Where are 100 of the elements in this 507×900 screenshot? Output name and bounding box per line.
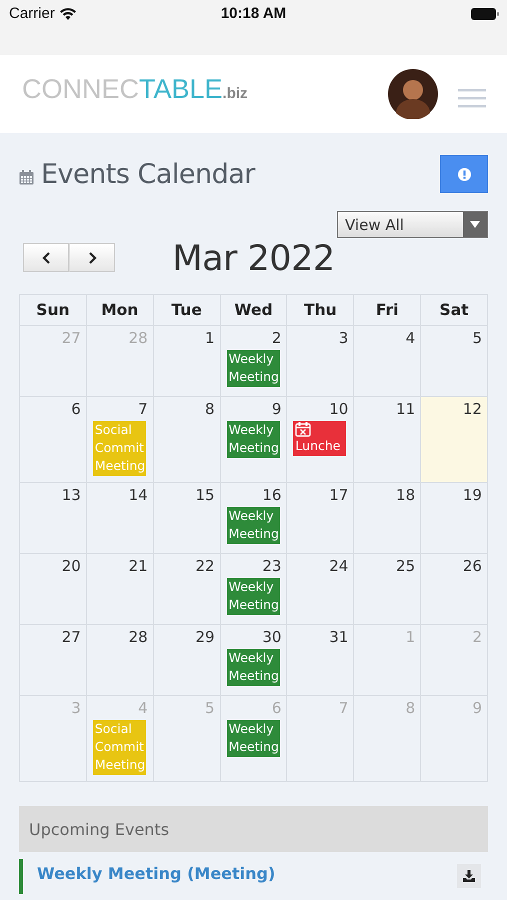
weekday-header: Mon bbox=[101, 301, 138, 319]
day-cell[interactable]: 14 bbox=[86, 483, 154, 554]
day-number: 15 bbox=[195, 486, 215, 504]
weekday-header: Thu bbox=[304, 301, 337, 319]
day-cell[interactable]: 24 bbox=[287, 554, 354, 625]
avatar[interactable] bbox=[388, 69, 438, 119]
day-number: 8 bbox=[205, 400, 215, 418]
day-cell[interactable]: 27 bbox=[20, 625, 87, 696]
day-cell[interactable]: 6 Weekly Meeting bbox=[220, 696, 288, 782]
view-filter-dropdown[interactable]: View All bbox=[337, 211, 488, 238]
carrier-name: Carrier bbox=[9, 5, 55, 22]
day-number: 28 bbox=[128, 628, 148, 646]
day-number: 2 bbox=[272, 329, 282, 347]
day-cell[interactable]: 6 bbox=[20, 397, 87, 483]
day-number: 7 bbox=[338, 699, 348, 717]
day-number: 25 bbox=[396, 557, 416, 575]
day-cell[interactable]: 7 Social Commit Meeting bbox=[86, 397, 154, 483]
day-cell[interactable]: 26 bbox=[421, 554, 488, 625]
day-number: 27 bbox=[62, 628, 81, 646]
chevron-left-icon bbox=[42, 252, 50, 264]
weekday-header: Tue bbox=[171, 301, 202, 319]
wifi-icon bbox=[60, 8, 76, 20]
day-number: 2 bbox=[472, 628, 482, 646]
day-number: 9 bbox=[272, 400, 282, 418]
weekday-header: Fri bbox=[376, 301, 398, 319]
day-cell[interactable]: 3 bbox=[287, 326, 354, 397]
day-cell[interactable]: 28 bbox=[86, 625, 154, 696]
day-number: 22 bbox=[195, 557, 215, 575]
day-number: 4 bbox=[138, 699, 148, 717]
event-chip[interactable]: Weekly Meeting bbox=[226, 578, 280, 615]
event-chip[interactable]: Weekly Meeting bbox=[226, 350, 280, 387]
day-cell[interactable]: 19 bbox=[421, 483, 488, 554]
alert-button[interactable] bbox=[440, 155, 488, 193]
next-month-button[interactable] bbox=[69, 243, 115, 272]
day-number: 5 bbox=[205, 699, 215, 717]
month-title: Mar 2022 bbox=[172, 239, 335, 279]
day-number: 5 bbox=[472, 329, 482, 347]
day-cell[interactable]: 2 Weekly Meeting bbox=[220, 326, 288, 397]
logo[interactable]: CONNECTABLE.biz bbox=[22, 74, 248, 104]
day-number: 6 bbox=[272, 699, 282, 717]
weekday-header: Wed bbox=[234, 301, 273, 319]
day-number: 21 bbox=[128, 557, 148, 575]
day-cell[interactable]: 15 bbox=[154, 483, 221, 554]
day-cell[interactable]: 17 bbox=[287, 483, 354, 554]
calendar-icon bbox=[19, 170, 34, 184]
clock-time: 10:18 AM bbox=[220, 5, 286, 22]
day-cell[interactable]: 1 bbox=[154, 326, 221, 397]
today-cell[interactable]: 12 bbox=[421, 397, 488, 483]
day-number: 23 bbox=[262, 557, 282, 575]
day-cell[interactable]: 29 bbox=[154, 625, 221, 696]
chevron-right-icon bbox=[88, 252, 96, 264]
day-cell[interactable]: 31 bbox=[287, 625, 354, 696]
day-number: 10 bbox=[329, 400, 348, 418]
day-cell[interactable]: 23 Weekly Meeting bbox=[220, 554, 288, 625]
day-number: 26 bbox=[462, 557, 482, 575]
day-cell[interactable]: 4 bbox=[354, 326, 422, 397]
day-cell[interactable]: 9 Weekly Meeting bbox=[220, 397, 288, 483]
download-button[interactable] bbox=[457, 864, 481, 888]
day-number: 13 bbox=[62, 486, 81, 504]
day-cell[interactable]: 13 bbox=[20, 483, 87, 554]
day-number: 1 bbox=[205, 329, 215, 347]
day-number: 29 bbox=[195, 628, 215, 646]
previous-month-button[interactable] bbox=[23, 243, 69, 272]
day-number: 30 bbox=[262, 628, 282, 646]
day-cell[interactable]: 16 Weekly Meeting bbox=[220, 483, 288, 554]
weekday-header: Sun bbox=[36, 301, 70, 319]
day-cell[interactable]: 20 bbox=[20, 554, 87, 625]
day-number: 3 bbox=[338, 329, 348, 347]
day-cell[interactable]: 22 bbox=[154, 554, 221, 625]
event-chip[interactable]: Lunche bbox=[293, 421, 346, 456]
event-chip[interactable]: Weekly Meeting bbox=[226, 649, 280, 686]
day-number: 9 bbox=[472, 699, 482, 717]
day-cell[interactable]: 10 Lunche bbox=[287, 397, 354, 483]
day-number: 14 bbox=[128, 486, 148, 504]
section-header: Upcoming Events bbox=[19, 806, 488, 852]
day-cell[interactable]: 21 bbox=[86, 554, 154, 625]
day-number: 11 bbox=[396, 400, 416, 418]
download-icon bbox=[463, 870, 475, 882]
day-number: 18 bbox=[396, 486, 416, 504]
page-title: Events Calendar bbox=[41, 158, 255, 190]
day-number: 24 bbox=[329, 557, 348, 575]
event-chip[interactable]: Weekly Meeting bbox=[226, 421, 280, 458]
day-number: 17 bbox=[329, 486, 348, 504]
day-number: 12 bbox=[462, 400, 482, 418]
day-number: 28 bbox=[128, 329, 148, 347]
day-number: 19 bbox=[462, 486, 482, 504]
day-cell[interactable]: 8 bbox=[154, 397, 221, 483]
day-number: 8 bbox=[406, 699, 416, 717]
day-cell[interactable]: 25 bbox=[354, 554, 422, 625]
day-number: 16 bbox=[262, 486, 282, 504]
event-chip[interactable]: Weekly Meeting bbox=[226, 720, 280, 757]
day-number: 31 bbox=[329, 628, 348, 646]
event-chip[interactable]: Weekly Meeting bbox=[226, 507, 280, 544]
exclamation-icon bbox=[458, 168, 470, 180]
day-number: 1 bbox=[406, 628, 416, 646]
calendar-x-icon bbox=[295, 422, 312, 437]
day-cell[interactable]: 18 bbox=[354, 483, 422, 554]
day-number: 20 bbox=[62, 557, 81, 575]
weekday-header: Sat bbox=[440, 301, 469, 319]
day-cell[interactable]: 30 Weekly Meeting bbox=[220, 625, 288, 696]
